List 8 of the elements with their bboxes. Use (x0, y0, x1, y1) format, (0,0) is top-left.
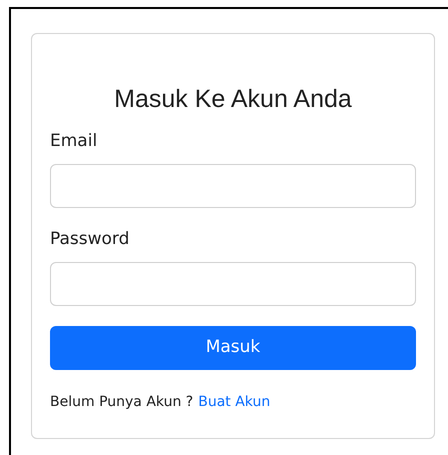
field-label: Password (50, 228, 130, 250)
create-account-link[interactable]: Buat Akun (198, 392, 270, 412)
input-field[interactable] (50, 164, 416, 208)
field-label: Email (50, 130, 98, 152)
footer-text: Belum Punya Akun ? (50, 393, 194, 412)
input-field[interactable] (50, 262, 416, 306)
login-title: Masuk Ke Akun Anda (113, 84, 353, 114)
login-button[interactable]: Masuk (50, 326, 416, 370)
